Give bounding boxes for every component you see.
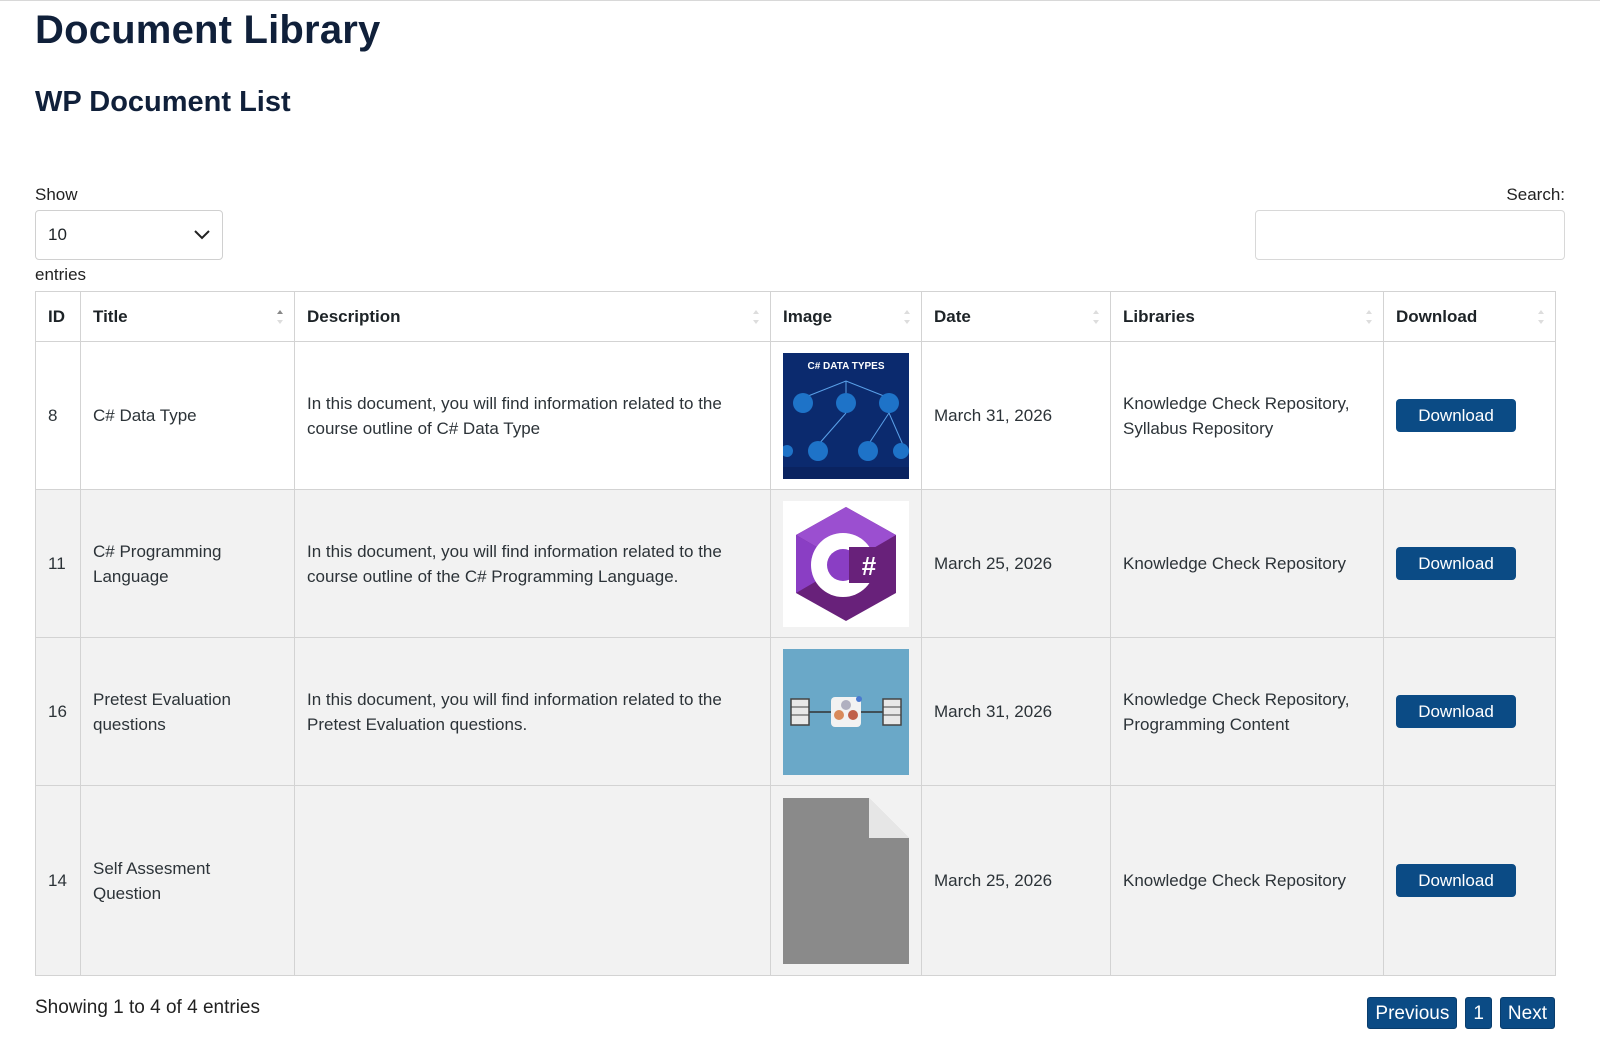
cell-download: Download <box>1383 489 1556 638</box>
cell-title: Self Assesment Question <box>80 785 295 976</box>
cell-image <box>770 637 922 786</box>
cell-libraries: Knowledge Check Repository, Syllabus Rep… <box>1110 341 1384 490</box>
csharp-logo-thumbnail[interactable]: # <box>783 500 909 627</box>
documents-table: ID Title Description Image Date Librarie… <box>35 291 1556 976</box>
table-row: 16 Pretest Evaluation questions In this … <box>35 637 1556 786</box>
cell-download: Download <box>1383 785 1556 976</box>
sort-ascending-icon <box>277 310 283 324</box>
cell-download: Download <box>1383 637 1556 786</box>
search-label: Search: <box>1506 185 1565 204</box>
cell-title: C# Programming Language <box>80 489 295 638</box>
cell-title: C# Data Type <box>80 341 295 490</box>
cell-title: Pretest Evaluation questions <box>80 637 295 786</box>
cell-image <box>770 785 922 976</box>
cell-date: March 31, 2026 <box>921 637 1111 786</box>
download-button[interactable]: Download <box>1396 399 1516 432</box>
cell-id: 11 <box>35 489 81 638</box>
entries-label: entries <box>35 265 87 284</box>
cell-description: In this document, you will find informat… <box>294 489 771 638</box>
sort-icon <box>904 310 910 324</box>
cell-date: March 31, 2026 <box>921 341 1111 490</box>
search-input[interactable] <box>1255 210 1565 260</box>
cell-id: 16 <box>35 637 81 786</box>
show-label: Show <box>35 185 78 204</box>
download-button[interactable]: Download <box>1396 547 1516 580</box>
table-row: 11 C# Programming Language In this docum… <box>35 489 1556 638</box>
table-row: 14 Self Assesment Question March 25, 202… <box>35 785 1556 976</box>
column-header-libraries[interactable]: Libraries <box>1110 291 1384 342</box>
cell-description: In this document, you will find informat… <box>294 637 771 786</box>
pretest-diagram-thumbnail[interactable] <box>783 648 909 775</box>
cell-description: In this document, you will find informat… <box>294 341 771 490</box>
cell-image: C# DATA TYPES <box>770 341 922 490</box>
cell-date: March 25, 2026 <box>921 489 1111 638</box>
cell-download: Download <box>1383 341 1556 490</box>
cell-image: # <box>770 489 922 638</box>
sort-icon <box>1366 310 1372 324</box>
next-page-button[interactable]: Next <box>1499 997 1555 1029</box>
cell-date: March 25, 2026 <box>921 785 1111 976</box>
download-button[interactable]: Download <box>1396 695 1516 728</box>
page-1-button[interactable]: 1 <box>1465 997 1492 1029</box>
column-header-description[interactable]: Description <box>294 291 771 342</box>
column-header-title[interactable]: Title <box>80 291 295 342</box>
pagination: Previous 1 Next <box>1367 997 1555 1029</box>
table-info: Showing 1 to 4 of 4 entries <box>35 997 260 1018</box>
column-header-image[interactable]: Image <box>770 291 922 342</box>
download-button[interactable]: Download <box>1396 864 1516 897</box>
generic-file-icon[interactable] <box>783 797 909 964</box>
cell-description <box>294 785 771 976</box>
cell-id: 8 <box>35 341 81 490</box>
table-row: 8 C# Data Type In this document, you wil… <box>35 341 1556 490</box>
sort-icon <box>753 310 759 324</box>
page-size-value: 10 <box>48 225 67 244</box>
cell-id: 14 <box>35 785 81 976</box>
column-header-download[interactable]: Download <box>1383 291 1556 342</box>
svg-text:#: # <box>862 551 877 581</box>
sort-icon <box>1093 310 1099 324</box>
column-header-id[interactable]: ID <box>35 291 81 342</box>
csharp-data-types-thumbnail[interactable]: C# DATA TYPES <box>783 352 909 479</box>
cell-libraries: Knowledge Check Repository <box>1110 785 1384 976</box>
table-header-row: ID Title Description Image Date Librarie… <box>35 291 1556 342</box>
page-title: Document Library <box>35 8 381 52</box>
svg-text:C# DATA TYPES: C# DATA TYPES <box>807 361 884 372</box>
chevron-down-icon <box>194 230 210 240</box>
previous-page-button[interactable]: Previous <box>1367 997 1458 1029</box>
sort-icon <box>1538 310 1544 324</box>
section-title: WP Document List <box>35 86 291 118</box>
cell-libraries: Knowledge Check Repository <box>1110 489 1384 638</box>
column-header-date[interactable]: Date <box>921 291 1111 342</box>
page-size-select[interactable]: 10 <box>35 210 223 260</box>
cell-libraries: Knowledge Check Repository, Programming … <box>1110 637 1384 786</box>
top-divider <box>0 0 1600 1</box>
